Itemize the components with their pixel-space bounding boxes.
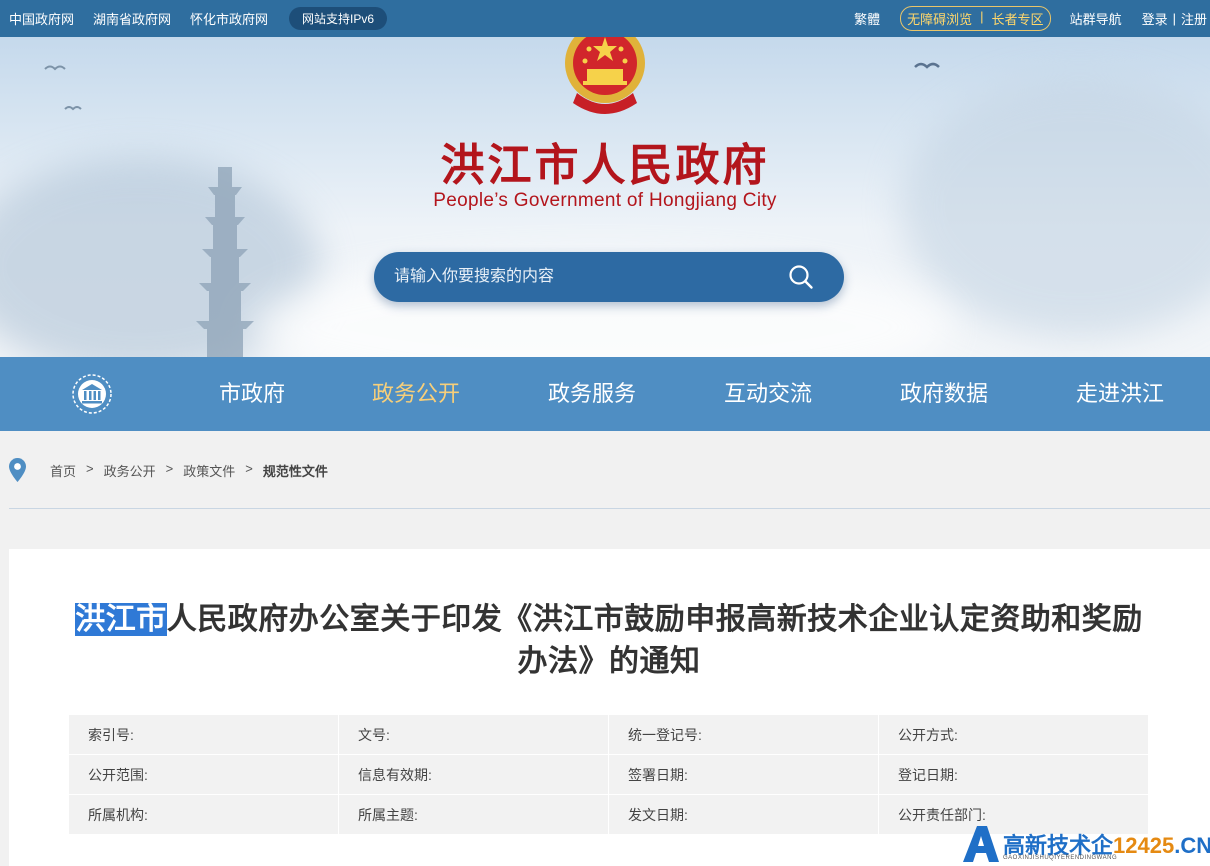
traditional-chinese-link[interactable]: 繁體 [854, 9, 880, 28]
table-row: 公开范围: 信息有效期: 签署日期: 登记日期: [69, 755, 1149, 795]
meta-disclosure-scope: 公开范围: [69, 755, 339, 795]
government-building-icon[interactable] [71, 373, 113, 415]
meta-subject: 所属主题: [339, 795, 609, 835]
meta-document-number: 文号: [339, 715, 609, 755]
watermark-logo: 高新技术企12425.CN GAOXINJISHUQIYERENDINGWANG [963, 822, 1210, 866]
nav-item-city-government[interactable]: 市政府 [219, 357, 285, 431]
breadcrumb-separator: > [245, 461, 253, 476]
meta-signing-date: 签署日期: [609, 755, 879, 795]
nav-item-interaction[interactable]: 互动交流 [724, 357, 812, 431]
location-pin-icon [9, 458, 26, 482]
meta-issue-date: 发文日期: [609, 795, 879, 835]
breadcrumb-separator: > [86, 461, 94, 476]
meta-issuing-agency: 所属机构: [69, 795, 339, 835]
meta-index-number: 索引号: [69, 715, 339, 755]
breadcrumb-normative-documents[interactable]: 规范性文件 [263, 461, 328, 480]
meta-registration-date: 登记日期: [879, 755, 1149, 795]
watermark-number: 12425 [1113, 833, 1175, 858]
top-bar: 中国政府网 湖南省政府网 怀化市政府网 网站支持IPv6 繁體 无障碍浏览 | … [0, 0, 1210, 37]
nav-item-government-services[interactable]: 政务服务 [548, 357, 636, 431]
login-link[interactable]: 登录 [1142, 9, 1168, 28]
header-banner: 洪江市人民政府 People’s Government of Hongjiang… [0, 37, 1210, 357]
breadcrumb-policy-documents[interactable]: 政策文件 [183, 461, 235, 480]
breadcrumb-divider [9, 508, 1210, 509]
elderly-zone-link[interactable]: 长者专区 [992, 9, 1044, 28]
birds-right-illustration [914, 62, 940, 69]
meta-disclosure-method: 公开方式: [879, 715, 1149, 755]
article-title: 洪江市人民政府办公室关于印发《洪江市鼓励申报高新技术企业认定资助和奖励办法》的通… [68, 599, 1150, 683]
nav-item-government-data[interactable]: 政府数据 [900, 357, 988, 431]
national-emblem [565, 37, 645, 114]
meta-registration-number: 统一登记号: [609, 715, 879, 755]
accessibility-separator: | [980, 9, 984, 24]
table-row: 索引号: 文号: 统一登记号: 公开方式: [69, 715, 1149, 755]
register-link[interactable]: 注册 [1181, 9, 1207, 28]
top-bar-actions: 繁體 无障碍浏览 | 长者专区 站群导航 登录 | 注册 [854, 0, 1207, 37]
search-input[interactable] [394, 252, 774, 302]
breadcrumb-separator: > [165, 461, 174, 476]
site-group-nav-link[interactable]: 站群导航 [1070, 9, 1122, 28]
watermark-suffix: .CN [1174, 833, 1210, 858]
article-panel: 洪江市人民政府办公室关于印发《洪江市鼓励申报高新技术企业认定资助和奖励办法》的通… [9, 549, 1210, 866]
link-huaihua-gov[interactable]: 怀化市政府网 [190, 9, 268, 28]
selected-text: 洪江市 [75, 603, 167, 636]
watermark-pinyin: GAOXINJISHUQIYERENDINGWANG [1003, 855, 1118, 861]
site-subtitle: People’s Government of Hongjiang City [433, 190, 777, 211]
accessibility-link[interactable]: 无障碍浏览 [907, 9, 972, 28]
breadcrumb: 首页 > 政务公开 > 政策文件 > 规范性文件 [0, 431, 1210, 509]
link-hunan-gov[interactable]: 湖南省政府网 [93, 9, 171, 28]
search-icon[interactable] [788, 264, 814, 290]
breadcrumb-government-affairs[interactable]: 政务公开 [104, 461, 156, 480]
top-bar-links: 中国政府网 湖南省政府网 怀化市政府网 网站支持IPv6 [9, 0, 388, 37]
site-title: 洪江市人民政府 [440, 140, 770, 191]
breadcrumb-home[interactable]: 首页 [50, 461, 76, 480]
search-bar [374, 252, 844, 302]
document-metadata-table: 索引号: 文号: 统一登记号: 公开方式: 公开范围: 信息有效期: 签署日期:… [69, 715, 1149, 835]
breadcrumb-path: 首页 > 政务公开 > 政策文件 > 规范性文件 [50, 461, 328, 480]
birds-left-illustration [44, 65, 82, 111]
nav-item-about-hongjiang[interactable]: 走进洪江 [1076, 357, 1164, 431]
link-china-gov[interactable]: 中国政府网 [9, 9, 74, 28]
login-separator: | [1172, 11, 1176, 26]
meta-validity: 信息有效期: [339, 755, 609, 795]
main-nav: 市政府 政务公开 政务服务 互动交流 政府数据 走进洪江 [0, 357, 1210, 431]
watermark-a-icon [963, 826, 999, 862]
article-title-text: 人民政府办公室关于印发《洪江市鼓励申报高新技术企业认定资助和奖励办法》的通知 [166, 603, 1143, 678]
accessibility-box: 无障碍浏览 | 长者专区 [900, 6, 1051, 31]
nav-item-government-affairs-open[interactable]: 政务公开 [372, 357, 460, 431]
ipv6-badge: 网站支持IPv6 [289, 7, 388, 30]
